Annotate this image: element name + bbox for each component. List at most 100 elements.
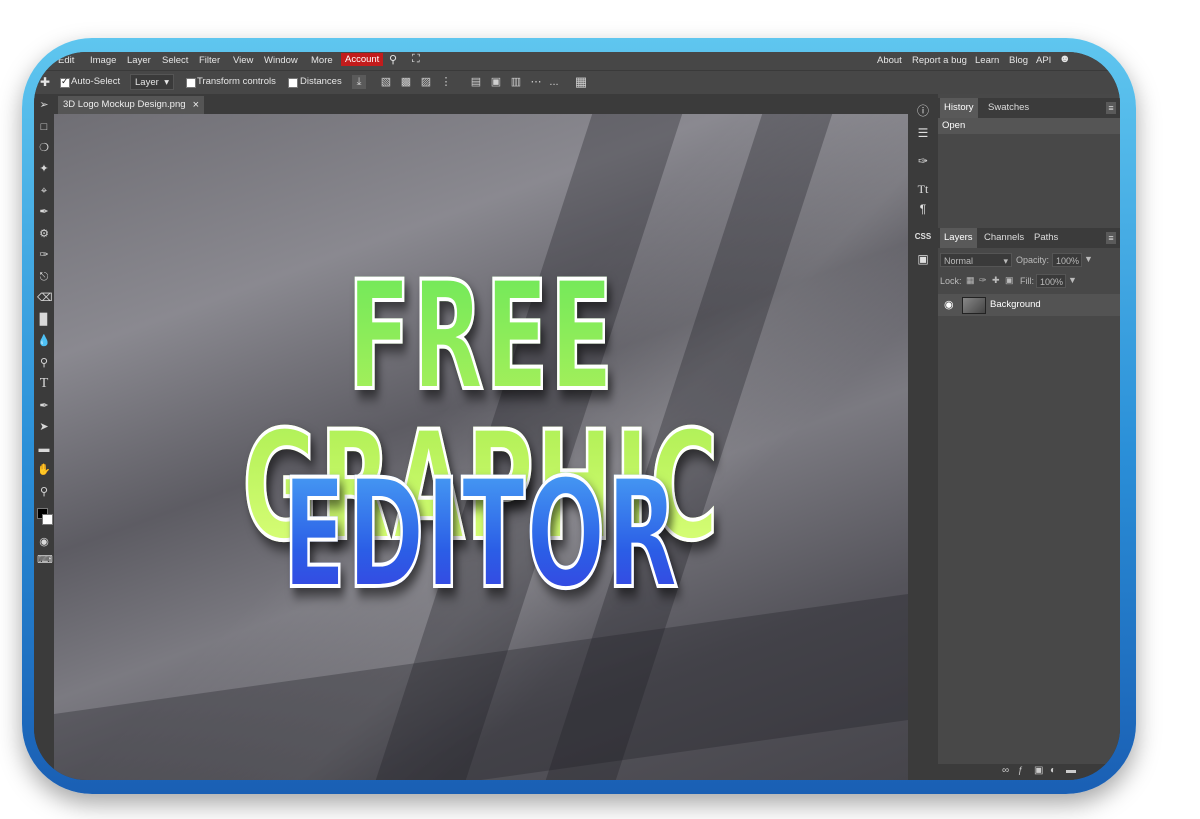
- css-icon[interactable]: CSS: [914, 228, 932, 246]
- background-color-swatch[interactable]: [42, 514, 53, 525]
- lock-move-icon[interactable]: ✚: [992, 275, 1000, 286]
- lock-all-icon[interactable]: ▣: [1005, 275, 1014, 286]
- chevron-down-icon: ▾: [1003, 256, 1008, 266]
- document-tab-title: 3D Logo Mockup Design.png: [63, 99, 186, 110]
- canvas-text-line2: EDITOR: [216, 458, 745, 612]
- history-entry[interactable]: Open: [938, 118, 1120, 134]
- tab-paths[interactable]: Paths: [1030, 228, 1062, 248]
- fullscreen-icon[interactable]: ⛶: [412, 53, 420, 66]
- menu-view[interactable]: View: [233, 55, 253, 66]
- stamp-icon[interactable]: ⎋: [37, 270, 51, 284]
- menu-window[interactable]: Window: [264, 55, 298, 66]
- menu-layer[interactable]: Layer: [127, 55, 151, 66]
- editor-window: Edit Image Layer Select Filter View Wind…: [34, 52, 1120, 780]
- eyedropper-icon[interactable]: ✒: [37, 205, 51, 219]
- align-top-icon[interactable]: ▤: [469, 75, 483, 89]
- menu-about[interactable]: About: [877, 55, 902, 66]
- eraser-icon[interactable]: ⌫: [37, 291, 53, 305]
- history-panel-tabs: History Swatches ≡: [938, 98, 1120, 118]
- hand-icon[interactable]: ✋: [37, 463, 51, 477]
- opacity-dropdown-icon[interactable]: ▼: [1084, 254, 1093, 264]
- opacity-field[interactable]: 100%: [1052, 253, 1082, 267]
- keyboard-icon[interactable]: ⌨: [37, 553, 53, 567]
- layer-row[interactable]: ◉ Background: [938, 294, 1120, 316]
- move-icon[interactable]: ➢: [37, 98, 51, 112]
- lock-label: Lock:: [940, 276, 962, 286]
- fill-field[interactable]: 100%: [1036, 274, 1066, 288]
- dodge-icon[interactable]: ⚲: [37, 356, 51, 370]
- tools-panel: ➢ □ ❍ ✦ ⌖ ✒ ⚙ ✑ ⎋ ⌫ ▉ 💧 ⚲ T ✒ ➤ ▬ ✋ ⚲ ◉ …: [34, 94, 54, 780]
- align-middle-icon[interactable]: ▣: [489, 75, 503, 89]
- distribute-v-icon[interactable]: ⋯: [529, 75, 543, 89]
- zoom-icon[interactable]: ⚲: [37, 485, 51, 499]
- layer-select[interactable]: Layer ▾: [130, 74, 174, 90]
- character-icon[interactable]: Tt: [914, 180, 932, 198]
- quick-mask-icon[interactable]: ◉: [37, 535, 51, 549]
- reddit-icon[interactable]: ☻: [1059, 53, 1071, 65]
- align-right-icon[interactable]: ▨: [419, 75, 433, 89]
- path-select-icon[interactable]: ➤: [37, 420, 51, 434]
- move-tool-icon: ✚: [40, 75, 51, 89]
- fill-dropdown-icon[interactable]: ▼: [1068, 275, 1077, 285]
- paragraph-icon[interactable]: ¶: [914, 200, 932, 218]
- menu-learn[interactable]: Learn: [975, 55, 999, 66]
- magic-wand-icon[interactable]: ✦: [37, 162, 51, 176]
- align-bottom-icon[interactable]: ▥: [509, 75, 523, 89]
- panel-icon-strip: ⓘ ☰ ✑ Tt ¶ CSS ▣: [908, 94, 938, 780]
- lock-transparency-icon[interactable]: ▦: [966, 275, 975, 286]
- link-layers-icon[interactable]: ∞: [1002, 765, 1009, 776]
- gradient-icon[interactable]: ▉: [37, 313, 51, 327]
- grid-icon[interactable]: ▦: [574, 75, 588, 89]
- marquee-icon[interactable]: □: [37, 120, 51, 134]
- mask-icon[interactable]: ▣: [1034, 765, 1043, 776]
- distribute-h-icon[interactable]: ⋮: [439, 75, 453, 89]
- pen-icon[interactable]: ✒: [37, 399, 51, 413]
- brush-settings-icon[interactable]: ✑: [914, 152, 932, 170]
- document-tab[interactable]: 3D Logo Mockup Design.png ×: [58, 96, 204, 114]
- tab-swatches[interactable]: Swatches: [984, 98, 1033, 118]
- blend-mode-select[interactable]: Normal ▾: [940, 253, 1012, 267]
- search-icon[interactable]: ⚲: [389, 53, 397, 66]
- tab-history[interactable]: History: [940, 98, 978, 118]
- brush-icon[interactable]: ✑: [37, 248, 51, 262]
- healing-icon[interactable]: ⚙: [37, 227, 51, 241]
- menu-select[interactable]: Select: [162, 55, 188, 66]
- panel-menu-icon[interactable]: ≡: [1106, 102, 1116, 114]
- transform-controls-checkbox[interactable]: [186, 78, 196, 88]
- info-icon[interactable]: ⓘ: [914, 102, 932, 120]
- lasso-icon[interactable]: ❍: [37, 141, 51, 155]
- close-icon[interactable]: ×: [193, 96, 199, 114]
- menu-api[interactable]: API: [1036, 55, 1051, 66]
- download-icon[interactable]: ⤓: [352, 75, 366, 89]
- crop-icon[interactable]: ⌖: [37, 184, 51, 198]
- eye-icon[interactable]: ◉: [944, 298, 954, 311]
- adjustment-layer-icon[interactable]: ◐: [1050, 765, 1056, 776]
- panel-menu-icon[interactable]: ≡: [1106, 232, 1116, 244]
- tab-channels[interactable]: Channels: [980, 228, 1028, 248]
- menu-more[interactable]: More: [311, 55, 333, 66]
- lock-paint-icon[interactable]: ✑: [979, 275, 987, 286]
- menu-report-bug[interactable]: Report a bug: [912, 55, 967, 66]
- auto-select-checkbox[interactable]: [60, 76, 70, 88]
- folder-icon[interactable]: ▬: [1066, 765, 1076, 776]
- chevron-down-icon: ▾: [164, 77, 169, 88]
- image-icon[interactable]: ▣: [914, 250, 932, 268]
- align-left-icon[interactable]: ▧: [379, 75, 393, 89]
- align-center-h-icon[interactable]: ▩: [399, 75, 413, 89]
- shape-icon[interactable]: ▬: [37, 442, 51, 456]
- effects-icon[interactable]: ƒ: [1018, 765, 1023, 775]
- blur-icon[interactable]: 💧: [37, 334, 51, 348]
- tab-layers[interactable]: Layers: [940, 228, 977, 248]
- menu-filter[interactable]: Filter: [199, 55, 220, 66]
- menu-blog[interactable]: Blog: [1009, 55, 1028, 66]
- distances-checkbox[interactable]: [288, 78, 298, 88]
- menu-edit[interactable]: Edit: [58, 55, 74, 66]
- adjustments-icon[interactable]: ☰: [914, 124, 932, 142]
- type-icon[interactable]: T: [37, 377, 51, 391]
- more-options[interactable]: ...: [547, 75, 561, 89]
- menu-image[interactable]: Image: [90, 55, 116, 66]
- layers-bottom-bar: ∞ ƒ ▣ ◐ ▬: [938, 764, 1120, 780]
- layer-name: Background: [990, 299, 1041, 310]
- image-canvas[interactable]: FREE GRAPHIC EDITOR: [54, 114, 908, 780]
- account-button[interactable]: Account: [341, 53, 384, 66]
